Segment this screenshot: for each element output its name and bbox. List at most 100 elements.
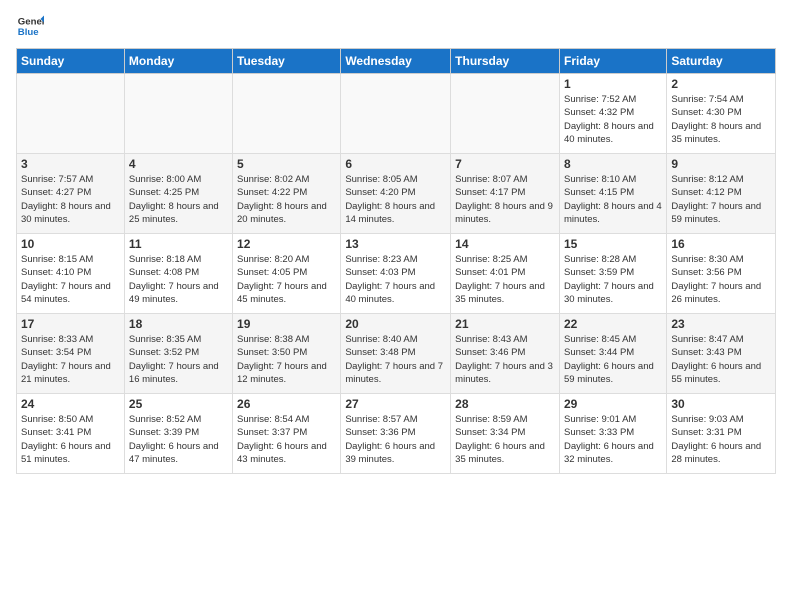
day-info: Sunrise: 8:18 AM Sunset: 4:08 PM Dayligh… bbox=[129, 253, 228, 306]
calendar-cell: 17 Sunrise: 8:33 AM Sunset: 3:54 PM Dayli… bbox=[17, 314, 125, 394]
day-number: 19 bbox=[237, 317, 336, 331]
calendar-cell bbox=[124, 74, 232, 154]
calendar-cell bbox=[17, 74, 125, 154]
calendar-cell: 15 Sunrise: 8:28 AM Sunset: 3:59 PM Dayli… bbox=[559, 234, 666, 314]
calendar-cell: 23 Sunrise: 8:47 AM Sunset: 3:43 PM Dayli… bbox=[667, 314, 776, 394]
calendar-week-1: 1 Sunrise: 7:52 AM Sunset: 4:32 PM Daylig… bbox=[17, 74, 776, 154]
header: General Blue bbox=[16, 12, 776, 40]
day-info: Sunrise: 7:52 AM Sunset: 4:32 PM Dayligh… bbox=[564, 93, 662, 146]
day-info: Sunrise: 8:50 AM Sunset: 3:41 PM Dayligh… bbox=[21, 413, 120, 466]
day-number: 21 bbox=[455, 317, 555, 331]
day-number: 6 bbox=[345, 157, 446, 171]
calendar-cell bbox=[341, 74, 451, 154]
day-info: Sunrise: 8:57 AM Sunset: 3:36 PM Dayligh… bbox=[345, 413, 446, 466]
day-number: 4 bbox=[129, 157, 228, 171]
weekday-header-wednesday: Wednesday bbox=[341, 49, 451, 74]
day-info: Sunrise: 8:00 AM Sunset: 4:25 PM Dayligh… bbox=[129, 173, 228, 226]
day-info: Sunrise: 8:28 AM Sunset: 3:59 PM Dayligh… bbox=[564, 253, 662, 306]
day-number: 14 bbox=[455, 237, 555, 251]
day-info: Sunrise: 8:05 AM Sunset: 4:20 PM Dayligh… bbox=[345, 173, 446, 226]
calendar-cell: 28 Sunrise: 8:59 AM Sunset: 3:34 PM Dayli… bbox=[451, 394, 560, 474]
day-info: Sunrise: 8:59 AM Sunset: 3:34 PM Dayligh… bbox=[455, 413, 555, 466]
day-number: 27 bbox=[345, 397, 446, 411]
day-info: Sunrise: 8:23 AM Sunset: 4:03 PM Dayligh… bbox=[345, 253, 446, 306]
calendar-cell: 20Sunrise: 8:40 AM Sunset: 3:48 PM Dayli… bbox=[341, 314, 451, 394]
calendar-cell: 12Sunrise: 8:20 AM Sunset: 4:05 PM Dayli… bbox=[233, 234, 341, 314]
day-info: Sunrise: 8:47 AM Sunset: 3:43 PM Dayligh… bbox=[671, 333, 771, 386]
calendar-cell: 10 Sunrise: 8:15 AM Sunset: 4:10 PM Dayli… bbox=[17, 234, 125, 314]
svg-text:General: General bbox=[18, 16, 44, 27]
day-info: Sunrise: 8:54 AM Sunset: 3:37 PM Dayligh… bbox=[237, 413, 336, 466]
calendar-cell: 29 Sunrise: 9:01 AM Sunset: 3:33 PM Dayli… bbox=[559, 394, 666, 474]
day-info: Sunrise: 8:33 AM Sunset: 3:54 PM Dayligh… bbox=[21, 333, 120, 386]
calendar-cell: 22 Sunrise: 8:45 AM Sunset: 3:44 PM Dayli… bbox=[559, 314, 666, 394]
day-info: Sunrise: 9:01 AM Sunset: 3:33 PM Dayligh… bbox=[564, 413, 662, 466]
weekday-header-monday: Monday bbox=[124, 49, 232, 74]
day-number: 1 bbox=[564, 77, 662, 91]
day-info: Sunrise: 8:07 AM Sunset: 4:17 PM Dayligh… bbox=[455, 173, 555, 226]
day-number: 30 bbox=[671, 397, 771, 411]
day-info: Sunrise: 7:57 AM Sunset: 4:27 PM Dayligh… bbox=[21, 173, 120, 226]
weekday-header-tuesday: Tuesday bbox=[233, 49, 341, 74]
day-info: Sunrise: 8:45 AM Sunset: 3:44 PM Dayligh… bbox=[564, 333, 662, 386]
day-number: 5 bbox=[237, 157, 336, 171]
calendar-week-2: 3 Sunrise: 7:57 AM Sunset: 4:27 PM Daylig… bbox=[17, 154, 776, 234]
page-container: General Blue SundayMondayTuesdayWednesda… bbox=[0, 0, 792, 482]
day-number: 8 bbox=[564, 157, 662, 171]
calendar-cell: 11 Sunrise: 8:18 AM Sunset: 4:08 PM Dayli… bbox=[124, 234, 232, 314]
logo: General Blue bbox=[16, 12, 48, 40]
day-info: Sunrise: 8:35 AM Sunset: 3:52 PM Dayligh… bbox=[129, 333, 228, 386]
calendar-table: SundayMondayTuesdayWednesdayThursdayFrid… bbox=[16, 48, 776, 474]
day-info: Sunrise: 8:30 AM Sunset: 3:56 PM Dayligh… bbox=[671, 253, 771, 306]
day-number: 23 bbox=[671, 317, 771, 331]
calendar-cell: 13 Sunrise: 8:23 AM Sunset: 4:03 PM Dayli… bbox=[341, 234, 451, 314]
weekday-header-friday: Friday bbox=[559, 49, 666, 74]
day-info: Sunrise: 8:43 AM Sunset: 3:46 PM Dayligh… bbox=[455, 333, 555, 386]
calendar-cell: 4 Sunrise: 8:00 AM Sunset: 4:25 PM Daylig… bbox=[124, 154, 232, 234]
day-info: Sunrise: 8:10 AM Sunset: 4:15 PM Dayligh… bbox=[564, 173, 662, 226]
day-info: Sunrise: 8:15 AM Sunset: 4:10 PM Dayligh… bbox=[21, 253, 120, 306]
day-info: Sunrise: 8:12 AM Sunset: 4:12 PM Dayligh… bbox=[671, 173, 771, 226]
calendar-week-5: 24 Sunrise: 8:50 AM Sunset: 3:41 PM Dayli… bbox=[17, 394, 776, 474]
day-number: 3 bbox=[21, 157, 120, 171]
day-number: 26 bbox=[237, 397, 336, 411]
calendar-cell: 19Sunrise: 8:38 AM Sunset: 3:50 PM Dayli… bbox=[233, 314, 341, 394]
logo-icon: General Blue bbox=[16, 12, 44, 40]
day-number: 7 bbox=[455, 157, 555, 171]
day-number: 18 bbox=[129, 317, 228, 331]
day-number: 28 bbox=[455, 397, 555, 411]
day-number: 16 bbox=[671, 237, 771, 251]
weekday-header-thursday: Thursday bbox=[451, 49, 560, 74]
calendar-cell: 3 Sunrise: 7:57 AM Sunset: 4:27 PM Daylig… bbox=[17, 154, 125, 234]
weekday-header-sunday: Sunday bbox=[17, 49, 125, 74]
day-number: 9 bbox=[671, 157, 771, 171]
day-number: 29 bbox=[564, 397, 662, 411]
day-number: 24 bbox=[21, 397, 120, 411]
day-info: Sunrise: 9:03 AM Sunset: 3:31 PM Dayligh… bbox=[671, 413, 771, 466]
calendar-cell: 6 Sunrise: 8:05 AM Sunset: 4:20 PM Daylig… bbox=[341, 154, 451, 234]
calendar-cell: 24 Sunrise: 8:50 AM Sunset: 3:41 PM Dayli… bbox=[17, 394, 125, 474]
day-number: 25 bbox=[129, 397, 228, 411]
calendar-cell: 9 Sunrise: 8:12 AM Sunset: 4:12 PM Daylig… bbox=[667, 154, 776, 234]
day-info: Sunrise: 8:52 AM Sunset: 3:39 PM Dayligh… bbox=[129, 413, 228, 466]
calendar-cell: 18 Sunrise: 8:35 AM Sunset: 3:52 PM Dayli… bbox=[124, 314, 232, 394]
calendar-cell: 2Sunrise: 7:54 AM Sunset: 4:30 PM Daylig… bbox=[667, 74, 776, 154]
day-number: 2 bbox=[671, 77, 771, 91]
day-info: Sunrise: 8:40 AM Sunset: 3:48 PM Dayligh… bbox=[345, 333, 446, 386]
calendar-cell: 7 Sunrise: 8:07 AM Sunset: 4:17 PM Daylig… bbox=[451, 154, 560, 234]
day-info: Sunrise: 8:20 AM Sunset: 4:05 PM Dayligh… bbox=[237, 253, 336, 306]
svg-text:Blue: Blue bbox=[18, 27, 39, 38]
calendar-cell: 14Sunrise: 8:25 AM Sunset: 4:01 PM Dayli… bbox=[451, 234, 560, 314]
calendar-cell: 5 Sunrise: 8:02 AM Sunset: 4:22 PM Daylig… bbox=[233, 154, 341, 234]
calendar-cell: 26 Sunrise: 8:54 AM Sunset: 3:37 PM Dayli… bbox=[233, 394, 341, 474]
day-number: 10 bbox=[21, 237, 120, 251]
day-number: 22 bbox=[564, 317, 662, 331]
calendar-week-3: 10 Sunrise: 8:15 AM Sunset: 4:10 PM Dayli… bbox=[17, 234, 776, 314]
day-info: Sunrise: 8:02 AM Sunset: 4:22 PM Dayligh… bbox=[237, 173, 336, 226]
day-number: 17 bbox=[21, 317, 120, 331]
day-number: 13 bbox=[345, 237, 446, 251]
day-number: 15 bbox=[564, 237, 662, 251]
calendar-cell: 30 Sunrise: 9:03 AM Sunset: 3:31 PM Dayli… bbox=[667, 394, 776, 474]
day-number: 11 bbox=[129, 237, 228, 251]
calendar-cell: 16 Sunrise: 8:30 AM Sunset: 3:56 PM Dayli… bbox=[667, 234, 776, 314]
